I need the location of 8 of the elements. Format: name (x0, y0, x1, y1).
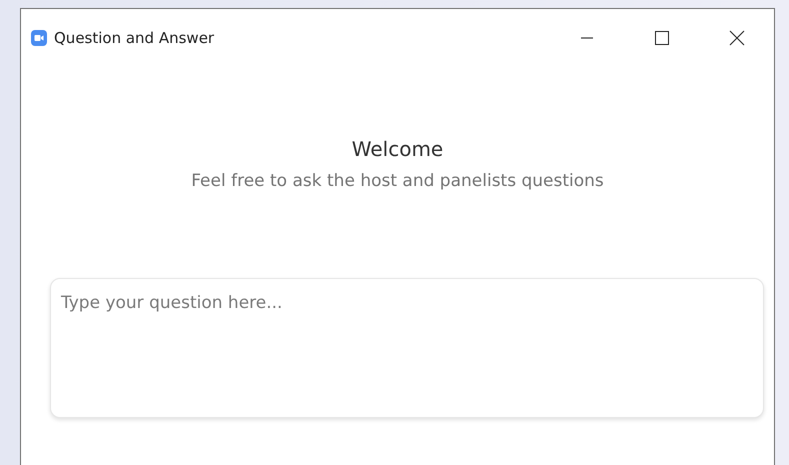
question-field[interactable]: Type your question here... (50, 278, 764, 418)
minimize-icon (580, 37, 592, 39)
window-title: Question and Answer (54, 29, 214, 47)
video-camera-icon (31, 30, 47, 46)
welcome-subtitle: Feel free to ask the host and panelists questions (190, 171, 605, 191)
welcome-heading: Welcome (350, 137, 444, 161)
close-icon (728, 30, 744, 46)
maximize-icon (654, 30, 670, 46)
